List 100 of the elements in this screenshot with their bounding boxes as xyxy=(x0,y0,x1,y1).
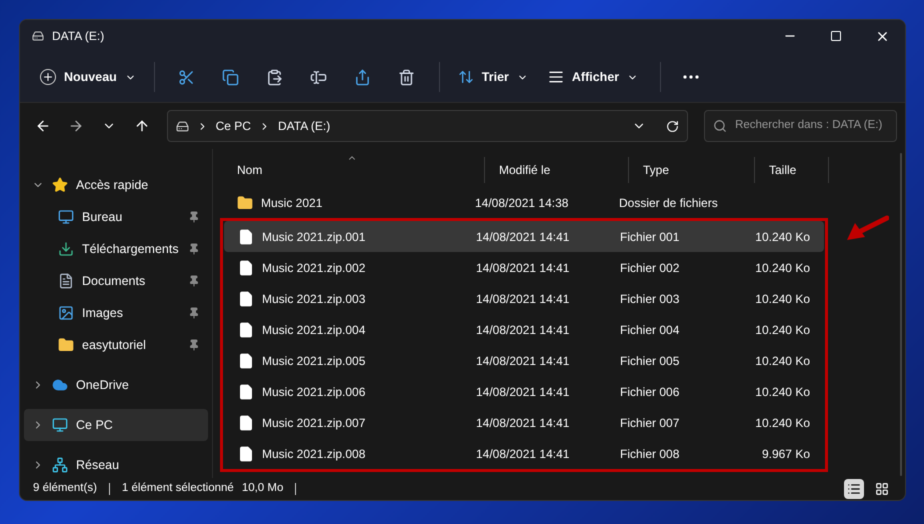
modified-date: 14/08/2021 14:41 xyxy=(475,228,570,246)
sidebar-item[interactable]: easytutoriel xyxy=(24,329,208,361)
file-type: Fichier 003 xyxy=(619,290,680,308)
sidebar-item[interactable]: Bureau xyxy=(24,201,208,233)
file-row[interactable]: Music 2021.zip.001 14/08/2021 14:41 Fichier 001 10.240 Ko xyxy=(224,221,824,252)
file-type: Fichier 007 xyxy=(619,414,680,432)
annotation-arrow xyxy=(845,215,889,243)
folder-icon xyxy=(237,194,253,210)
folder-icon xyxy=(58,337,74,353)
file-icon xyxy=(238,260,254,276)
file-type: Fichier 002 xyxy=(619,260,680,276)
forward-arrow-icon xyxy=(68,118,84,134)
modified-date: 14/08/2021 14:41 xyxy=(475,260,570,276)
modified-date: 14/08/2021 14:38 xyxy=(474,194,570,212)
file-icon xyxy=(238,352,254,368)
column-header[interactable]: Nom xyxy=(223,157,485,183)
file-icon xyxy=(238,414,254,430)
drive-icon xyxy=(176,120,189,132)
file-icon xyxy=(238,290,254,306)
file-type: Dossier de fichiers xyxy=(618,194,719,212)
modified-date: 14/08/2021 14:41 xyxy=(475,384,570,400)
file-type: Fichier 001 xyxy=(619,228,680,246)
sort-button[interactable]: Trier xyxy=(452,61,534,93)
back-arrow-icon xyxy=(34,118,51,134)
sidebar-label: Téléchargements xyxy=(82,240,180,258)
file-size: 9.967 Ko xyxy=(762,446,810,462)
file-type: Fichier 008 xyxy=(619,446,680,462)
sidebar-label: Documents xyxy=(82,272,146,290)
document-icon xyxy=(58,273,74,289)
file-size: 10.240 Ko xyxy=(755,260,810,276)
file-type: Fichier 005 xyxy=(619,352,680,370)
download-icon xyxy=(58,241,74,257)
file-name: Music 2021.zip.006 xyxy=(262,384,366,400)
grid-icon xyxy=(875,482,889,496)
desktop-icon xyxy=(58,209,74,225)
clipboard-icon xyxy=(266,68,284,86)
file-size: 10.240 Ko xyxy=(755,322,810,338)
file-name: Music 2021.zip.007 xyxy=(262,414,366,432)
search-input[interactable]: Rechercher dans : DATA (E:) xyxy=(735,117,888,135)
file-size: 10.240 Ko xyxy=(755,352,810,370)
sidebar-label: easytutoriel xyxy=(82,336,147,354)
sidebar-item[interactable]: OneDrive xyxy=(24,369,208,401)
copy-icon xyxy=(222,68,240,86)
file-name: Music 2021.zip.005 xyxy=(262,352,366,370)
breadcrumb[interactable]: Ce PC xyxy=(216,117,251,135)
more-dots-icon xyxy=(683,75,700,79)
file-icon xyxy=(238,322,254,338)
view-button[interactable]: Afficher xyxy=(538,61,648,93)
computer-icon xyxy=(52,417,68,433)
breadcrumb[interactable]: DATA (E:) xyxy=(278,117,330,135)
sidebar-label: Ce PC xyxy=(76,416,114,434)
sidebar-item[interactable]: Documents xyxy=(24,265,208,297)
address-bar[interactable]: Ce PC DATA (E:) xyxy=(166,110,688,142)
image-icon xyxy=(58,305,74,321)
maximize-icon xyxy=(830,30,842,42)
sidebar-item[interactable]: Images xyxy=(24,297,208,329)
file-type: Fichier 004 xyxy=(619,322,680,338)
sidebar-item[interactable]: Réseau xyxy=(24,449,208,481)
network-icon xyxy=(52,457,68,473)
file-name: Music 2021.zip.001 xyxy=(262,228,366,246)
item-count: 9 élément(s) xyxy=(33,481,97,496)
drive-icon xyxy=(32,30,44,42)
sidebar-item[interactable]: Ce PC xyxy=(24,409,208,441)
scissors-icon xyxy=(178,68,196,86)
window-title: DATA (E:) xyxy=(52,28,104,45)
selection-info: 1 élément sélectionné xyxy=(122,481,234,496)
sidebar-item[interactable]: Téléchargements xyxy=(24,233,208,265)
file-size: 10.240 Ko xyxy=(755,290,810,308)
new-button[interactable]: Nouveau xyxy=(34,61,142,93)
plus-icon xyxy=(40,69,56,85)
file-name: Music 2021.zip.003 xyxy=(262,290,366,308)
sidebar-label: Accès rapide xyxy=(76,176,150,194)
sidebar-label: Bureau xyxy=(82,208,124,226)
lines-icon xyxy=(548,69,564,85)
file-name: Music 2021.zip.004 xyxy=(262,322,366,338)
cloud-icon xyxy=(52,377,68,393)
list-icon xyxy=(847,482,861,496)
star-icon xyxy=(52,177,68,193)
modified-date: 14/08/2021 14:41 xyxy=(475,352,570,370)
file-name: Music 2021.zip.002 xyxy=(262,260,366,276)
search-box[interactable]: Rechercher dans : DATA (E:) xyxy=(704,110,897,142)
file-size: 10.240 Ko xyxy=(755,414,810,432)
file-icon xyxy=(238,446,254,462)
search-icon xyxy=(713,119,728,133)
file-name: Music 2021.zip.008 xyxy=(262,446,366,462)
modified-date: 14/08/2021 14:41 xyxy=(475,290,570,308)
modified-date: 14/08/2021 14:41 xyxy=(475,414,570,432)
trash-icon xyxy=(398,68,416,86)
column-header[interactable]: Taille xyxy=(755,157,829,183)
modified-date: 14/08/2021 14:41 xyxy=(475,322,570,338)
modified-date: 14/08/2021 14:41 xyxy=(475,446,570,462)
sidebar-label: OneDrive xyxy=(76,376,130,394)
column-header[interactable]: Modifié le xyxy=(485,157,629,183)
details-view-button[interactable] xyxy=(844,479,864,499)
rename-icon xyxy=(310,68,328,86)
sidebar-item[interactable]: Accès rapide xyxy=(24,169,208,201)
file-type: Fichier 006 xyxy=(619,384,680,400)
file-name: Music 2021 xyxy=(261,194,322,212)
refresh-icon[interactable] xyxy=(666,120,680,132)
column-header[interactable]: Type xyxy=(629,157,755,183)
